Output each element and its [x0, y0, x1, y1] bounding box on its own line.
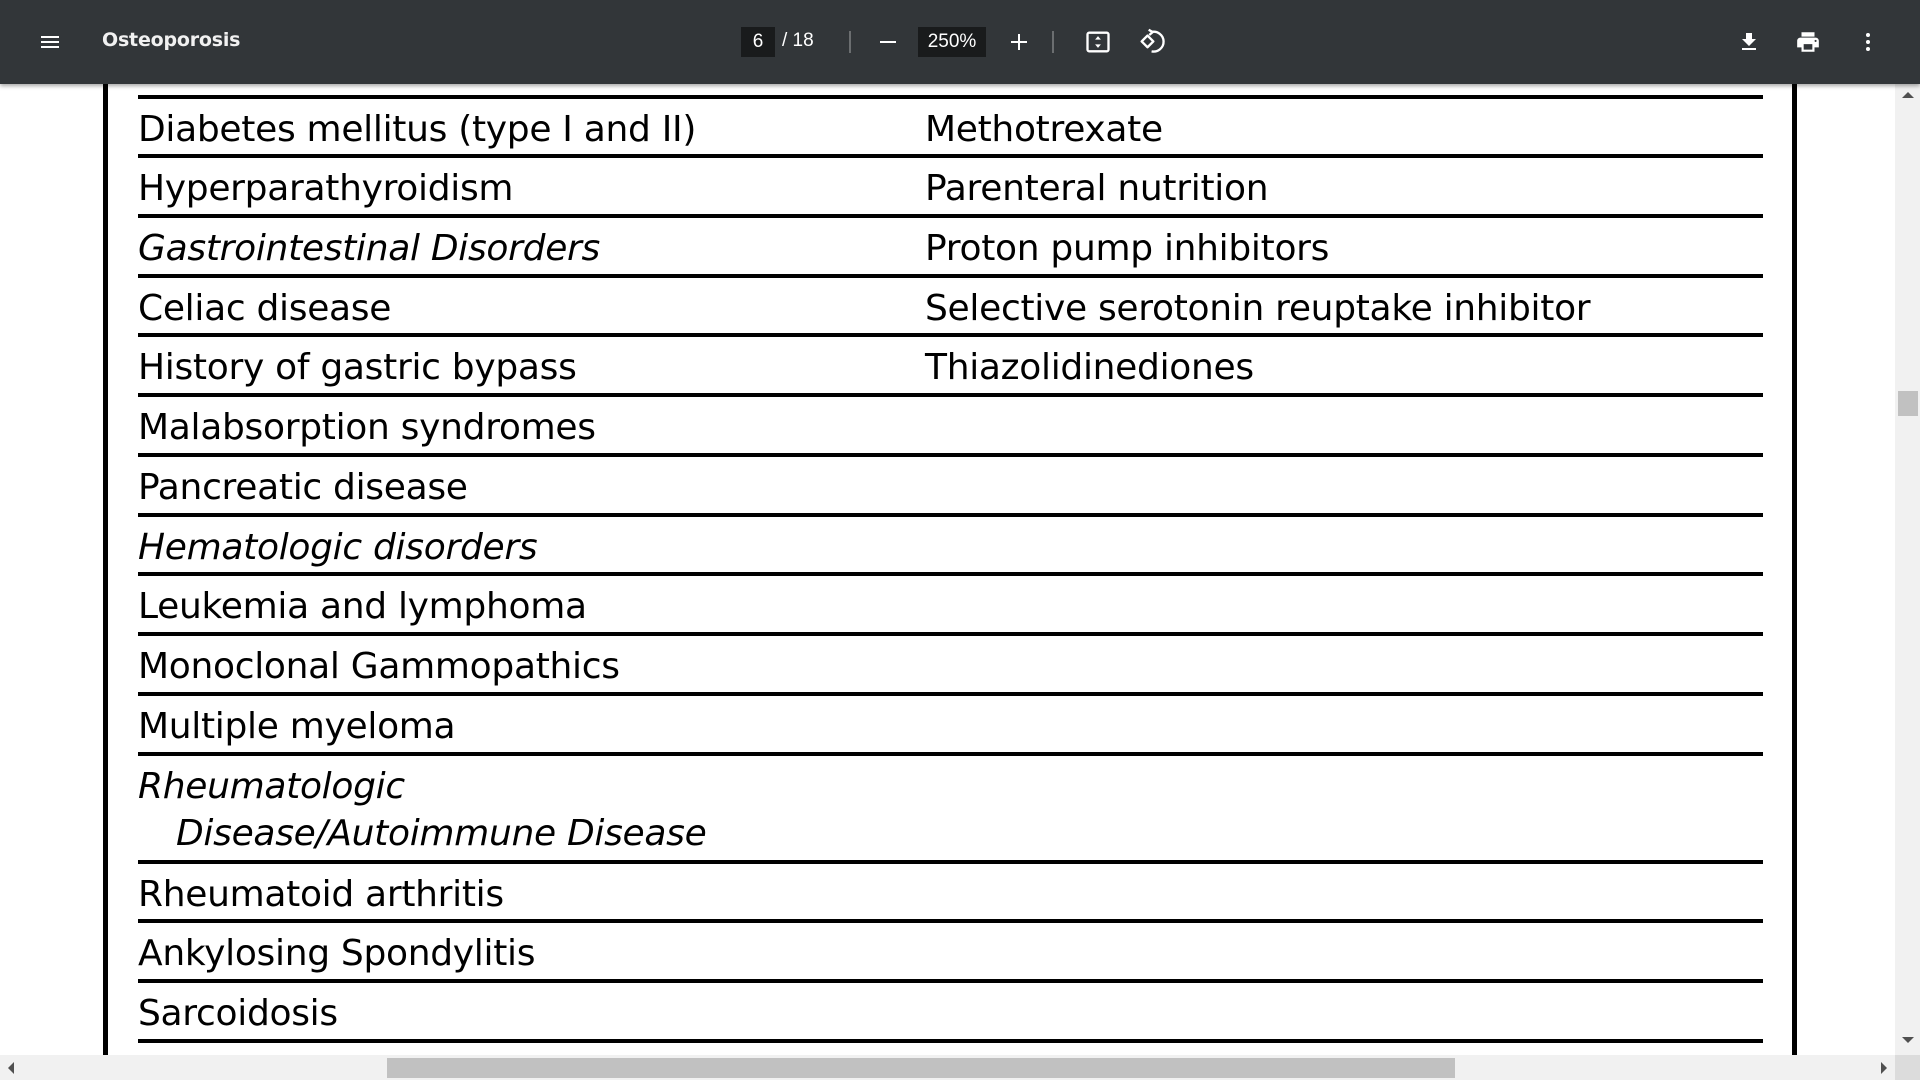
- table-cell-condition: Malabsorption syndromes: [138, 407, 596, 448]
- table-row: Rheumatoid arthritis: [138, 864, 1763, 923]
- table-cell-medication: Proton pump inhibitors: [925, 228, 1330, 269]
- page-border-left: [103, 0, 108, 1055]
- toolbar-divider: [849, 31, 851, 53]
- table-cell-condition: Leukemia and lymphoma: [138, 586, 587, 627]
- fit-to-page-icon: [1086, 31, 1110, 53]
- table-cell-category: Gastrointestinal Disorders: [138, 228, 600, 269]
- table-row: Celiac disease Selective serotonin reupt…: [138, 278, 1763, 337]
- table-cell-medication: Parenteral nutrition: [925, 168, 1269, 209]
- menu-button[interactable]: [30, 22, 70, 62]
- table-cell-category: Rheumatologic: [138, 766, 405, 807]
- table-cell-condition: Celiac disease: [138, 288, 392, 329]
- table-row: Monoclonal Gammopathics: [138, 636, 1763, 696]
- table-row: Rheumatologic Disease/Autoimmune Disease: [138, 756, 1763, 864]
- rotate-counterclockwise-icon: [1140, 28, 1165, 53]
- table-row: Malabsorption syndromes: [138, 397, 1763, 457]
- table-cell-medication: Methotrexate: [925, 109, 1163, 150]
- download-icon: [1742, 33, 1756, 50]
- table-cell-condition: History of gastric bypass: [138, 347, 577, 388]
- more-actions-button[interactable]: [1848, 22, 1888, 62]
- table-cell-condition: Pancreatic disease: [138, 467, 468, 508]
- hamburger-menu-icon: [41, 36, 59, 48]
- vertical-scrollbar[interactable]: [1895, 84, 1920, 1055]
- table-cell-condition: Diabetes mellitus (type I and II): [138, 109, 697, 150]
- table-cell-condition: Sarcoidosis: [138, 993, 338, 1034]
- table-row: Gastrointestinal Disorders Proton pump i…: [138, 218, 1763, 278]
- scroll-up-arrow-icon[interactable]: [1902, 92, 1914, 98]
- table-cell-condition: Monoclonal Gammopathics: [138, 646, 620, 687]
- table-cell-condition: Hyperparathyroidism: [138, 168, 514, 209]
- table-row: Sarcoidosis: [138, 983, 1763, 1043]
- table-cell-condition: Rheumatoid arthritis: [138, 874, 504, 915]
- page-total: / 18: [782, 30, 814, 51]
- page-number-input[interactable]: 6: [741, 27, 775, 57]
- toolbar-divider: [1052, 31, 1054, 53]
- document-title: Osteoporosis: [102, 29, 241, 51]
- table-row: Leukemia and lymphoma: [138, 576, 1763, 636]
- table-cell-category-line2: Disease/Autoimmune Disease: [176, 813, 707, 854]
- zoom-out-button[interactable]: [868, 22, 908, 62]
- table-row: Hematologic disorders: [138, 517, 1763, 576]
- zoom-in-button[interactable]: [999, 22, 1039, 62]
- scrollbar-corner: [1895, 1055, 1920, 1080]
- download-button[interactable]: [1729, 22, 1769, 62]
- print-icon: [1797, 32, 1819, 52]
- table-row: Ankylosing Spondylitis: [138, 923, 1763, 983]
- table-cell-category: Hematologic disorders: [138, 527, 538, 568]
- horizontal-scroll-thumb[interactable]: [387, 1058, 1455, 1078]
- document-viewport[interactable]: equivalent for > 3 months) Diabetes mell…: [0, 0, 1895, 1055]
- minus-icon: [880, 41, 896, 43]
- page-border-right: [1792, 0, 1797, 1055]
- table-cell-medication: Thiazolidinediones: [925, 347, 1254, 388]
- print-button[interactable]: [1788, 22, 1828, 62]
- zoom-level-input[interactable]: 250%: [918, 27, 986, 57]
- plus-icon: [1011, 34, 1027, 50]
- fit-to-page-button[interactable]: [1078, 22, 1118, 62]
- vertical-scroll-thumb[interactable]: [1898, 391, 1918, 416]
- scroll-left-arrow-icon[interactable]: [8, 1062, 14, 1074]
- scroll-down-arrow-icon[interactable]: [1902, 1037, 1914, 1043]
- table-row: Multiple myeloma: [138, 696, 1763, 756]
- scroll-right-arrow-icon[interactable]: [1881, 1062, 1887, 1074]
- table-cell-medication: Selective serotonin reuptake inhibitor: [925, 288, 1591, 329]
- pdf-toolbar: Osteoporosis 6 / 18 250%: [0, 0, 1920, 84]
- table-row: Diabetes mellitus (type I and II) Methot…: [138, 99, 1763, 158]
- table-cell-condition: Ankylosing Spondylitis: [138, 933, 536, 974]
- table-row: Pancreatic disease: [138, 457, 1763, 517]
- more-vert-icon: [1866, 33, 1870, 51]
- table-row: Hyperparathyroidism Parenteral nutrition: [138, 158, 1763, 218]
- horizontal-scrollbar[interactable]: [0, 1055, 1895, 1080]
- table-row: History of gastric bypass Thiazolidinedi…: [138, 337, 1763, 397]
- table-cell-condition: Multiple myeloma: [138, 706, 456, 747]
- rotate-button[interactable]: [1131, 22, 1171, 62]
